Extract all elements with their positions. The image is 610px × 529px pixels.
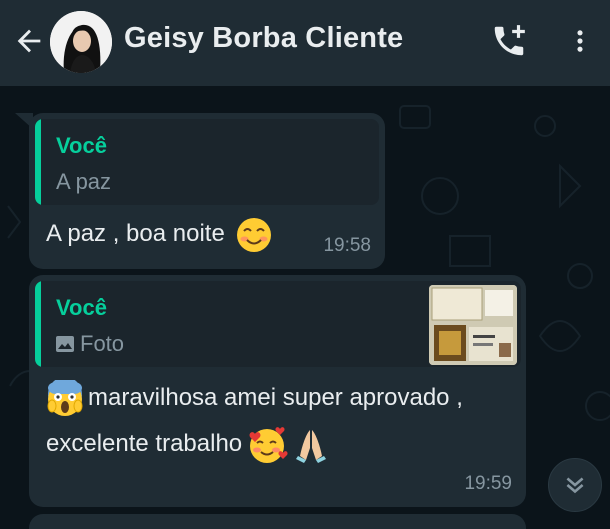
scroll-down-button[interactable] [548,458,602,512]
message-text-wrap: A paz , boa noite [46,212,273,256]
scream-emoji [47,379,83,416]
message-bubble[interactable]: Você Foto maravilhosa amei super aprovad… [29,275,526,507]
quote-author: Você [56,295,107,320]
quote-accent-bar [35,281,41,367]
message-bubble[interactable]: Você A paz A paz , boa noite 19:58 [29,113,385,269]
contact-name[interactable]: Geisy Borba Cliente [124,22,403,55]
photo-icon [56,336,74,352]
praying-hands-emoji [296,429,327,463]
message-text-wrap: maravilhosa amei super aprovado , excele… [46,375,506,467]
quote-photo-label: Foto [56,331,124,357]
more-vert-icon[interactable] [566,24,594,58]
quoted-message[interactable]: Você A paz [35,119,379,205]
chevron-double-down-icon [566,477,584,494]
message-bubble-partial[interactable] [29,514,526,529]
arrow-left-icon[interactable] [12,24,46,58]
quote-accent-bar [35,119,41,205]
chat-area[interactable]: Você A paz A paz , boa noite 19:58 Você [0,86,610,529]
chat-header: Geisy Borba Cliente [0,0,610,86]
quote-author: Você [56,133,107,158]
quoted-message[interactable]: Você Foto [35,281,521,367]
heart-face-emoji [249,426,288,463]
quote-text: Foto [80,331,125,356]
message-time: 19:58 [323,235,371,256]
quote-text: A paz [56,169,112,194]
add-call-icon[interactable] [490,22,528,60]
smiling-blush-emoji [237,217,272,252]
message-text: A paz , boa noite [46,220,225,247]
avatar[interactable] [50,11,112,73]
photo-thumbnail[interactable] [429,285,517,365]
message-time: 19:59 [464,473,512,494]
